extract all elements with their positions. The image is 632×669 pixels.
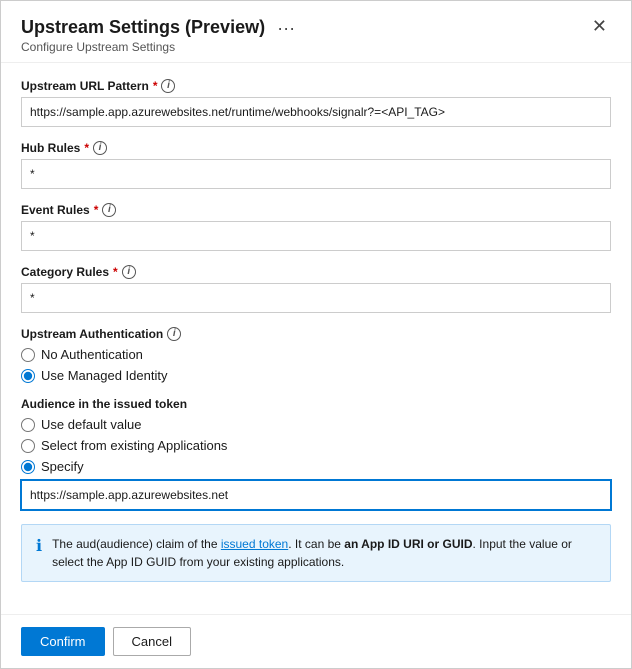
info-box: ℹ The aud(audience) claim of the issued … xyxy=(21,524,611,582)
category-rules-info-icon[interactable]: i xyxy=(122,265,136,279)
upstream-auth-info-icon[interactable]: i xyxy=(167,327,181,341)
audience-label: Audience in the issued token xyxy=(21,397,611,411)
upstream-url-input[interactable] xyxy=(21,97,611,127)
ellipsis-button[interactable]: ··· xyxy=(273,19,299,37)
radio-managed-identity-label: Use Managed Identity xyxy=(41,368,167,383)
specify-input[interactable] xyxy=(21,480,611,510)
upstream-url-label: Upstream URL Pattern * i xyxy=(21,79,611,93)
dialog-subtitle: Configure Upstream Settings xyxy=(21,40,299,54)
event-rules-info-icon[interactable]: i xyxy=(102,203,116,217)
radio-managed-identity[interactable]: Use Managed Identity xyxy=(21,368,611,383)
info-box-icon: ℹ xyxy=(36,536,42,556)
radio-existing-apps-input[interactable] xyxy=(21,439,35,453)
category-rules-group: Category Rules * i xyxy=(21,265,611,313)
radio-default-value-label: Use default value xyxy=(41,417,141,432)
radio-default-value[interactable]: Use default value xyxy=(21,417,611,432)
dialog-footer: Confirm Cancel xyxy=(1,614,631,668)
upstream-settings-dialog: Upstream Settings (Preview) ··· Configur… xyxy=(0,0,632,669)
radio-no-auth-label: No Authentication xyxy=(41,347,143,362)
radio-specify-input[interactable] xyxy=(21,460,35,474)
upstream-url-group: Upstream URL Pattern * i xyxy=(21,79,611,127)
category-rules-label: Category Rules * i xyxy=(21,265,611,279)
close-button[interactable]: ✕ xyxy=(588,17,611,35)
audience-radio-group: Use default value Select from existing A… xyxy=(21,417,611,474)
radio-no-auth-input[interactable] xyxy=(21,348,35,362)
radio-existing-apps[interactable]: Select from existing Applications xyxy=(21,438,611,453)
confirm-button[interactable]: Confirm xyxy=(21,627,105,656)
category-rules-input[interactable] xyxy=(21,283,611,313)
radio-no-auth[interactable]: No Authentication xyxy=(21,347,611,362)
info-bold-text: an App ID URI or GUID xyxy=(344,537,472,551)
event-rules-group: Event Rules * i xyxy=(21,203,611,251)
dialog-body: Upstream URL Pattern * i Hub Rules * i E… xyxy=(1,63,631,614)
title-row: Upstream Settings (Preview) ··· xyxy=(21,17,299,38)
upstream-url-info-icon[interactable]: i xyxy=(161,79,175,93)
required-star-hub: * xyxy=(84,141,89,155)
radio-existing-apps-label: Select from existing Applications xyxy=(41,438,227,453)
info-text-after: . It can be xyxy=(288,537,344,551)
header-left: Upstream Settings (Preview) ··· Configur… xyxy=(21,17,299,54)
event-rules-label: Event Rules * i xyxy=(21,203,611,217)
hub-rules-group: Hub Rules * i xyxy=(21,141,611,189)
hub-rules-label: Hub Rules * i xyxy=(21,141,611,155)
upstream-auth-radio-group: No Authentication Use Managed Identity xyxy=(21,347,611,383)
cancel-button[interactable]: Cancel xyxy=(113,627,191,656)
required-star-category: * xyxy=(113,265,118,279)
required-star: * xyxy=(153,79,158,93)
dialog-title: Upstream Settings (Preview) xyxy=(21,17,265,38)
required-star-event: * xyxy=(94,203,99,217)
upstream-auth-label: Upstream Authentication i xyxy=(21,327,611,341)
dialog-header: Upstream Settings (Preview) ··· Configur… xyxy=(1,1,631,63)
audience-group: Audience in the issued token Use default… xyxy=(21,397,611,510)
radio-specify[interactable]: Specify xyxy=(21,459,611,474)
radio-specify-label: Specify xyxy=(41,459,84,474)
info-box-text: The aud(audience) claim of the issued to… xyxy=(52,535,596,571)
event-rules-input[interactable] xyxy=(21,221,611,251)
hub-rules-info-icon[interactable]: i xyxy=(93,141,107,155)
issued-token-link[interactable]: issued token xyxy=(221,537,288,551)
radio-managed-identity-input[interactable] xyxy=(21,369,35,383)
upstream-auth-group: Upstream Authentication i No Authenticat… xyxy=(21,327,611,383)
info-text-before: The aud(audience) claim of the xyxy=(52,537,221,551)
hub-rules-input[interactable] xyxy=(21,159,611,189)
radio-default-value-input[interactable] xyxy=(21,418,35,432)
